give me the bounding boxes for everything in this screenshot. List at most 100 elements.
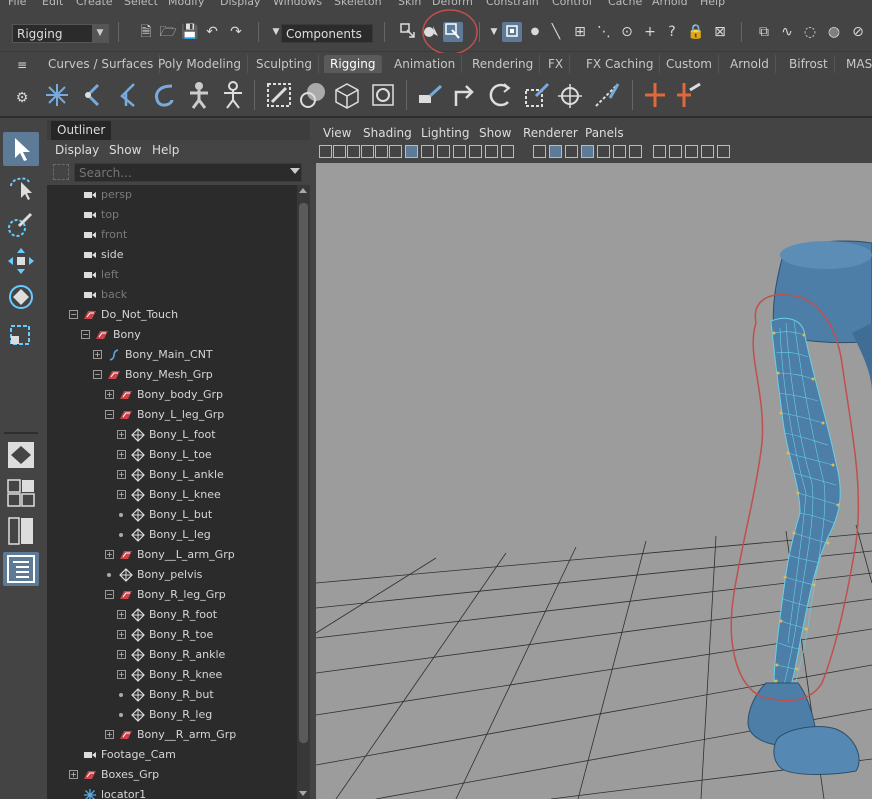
expand-icon[interactable]: + (117, 630, 126, 639)
snap-point-icon[interactable]: ◌ (800, 22, 820, 42)
outliner-item[interactable]: side (47, 245, 297, 265)
shelf-tab-rendering[interactable]: Rendering (466, 55, 541, 73)
viewport-menu-shading[interactable]: Shading (363, 126, 412, 140)
point-snap-icon[interactable]: ⊙ (617, 22, 637, 42)
expand-icon[interactable]: + (117, 430, 126, 439)
move-tool[interactable] (3, 244, 39, 278)
snap-view-icon[interactable]: ◍ (824, 22, 844, 42)
scale-constraint-icon[interactable] (522, 80, 552, 110)
select-camera-icon[interactable] (319, 145, 332, 158)
plus-icon[interactable]: + (640, 22, 660, 42)
expand-icon[interactable]: + (93, 350, 102, 359)
isolate-select-icon[interactable] (653, 145, 666, 158)
film-gate-icon[interactable] (421, 145, 434, 158)
shelf-tab-rigging[interactable]: Rigging (324, 55, 383, 73)
shelf-tab-arnold[interactable]: Arnold (724, 55, 776, 73)
outliner-item[interactable]: + Bony_R_ankle (47, 645, 297, 665)
viewport-menu-view[interactable]: View (323, 126, 351, 140)
outliner-item[interactable]: Bony_R_but (47, 685, 297, 705)
expand-icon[interactable]: + (69, 770, 78, 779)
outliner-item[interactable]: Footage_Cam (47, 745, 297, 765)
ik-handle-icon[interactable] (78, 80, 108, 110)
xray-icon[interactable] (669, 145, 682, 158)
shelf-tab-animation[interactable]: Animation (388, 55, 463, 73)
redo-icon[interactable]: ↷ (226, 22, 246, 42)
expand-icon[interactable]: + (105, 730, 114, 739)
outliner-scrollbar[interactable] (297, 185, 310, 799)
expand-icon[interactable]: + (117, 670, 126, 679)
viewport-menu-renderer[interactable]: Renderer (523, 126, 578, 140)
outliner-item[interactable]: − Bony (47, 325, 297, 345)
four-view-layout-icon[interactable] (3, 476, 39, 510)
point-constraint-icon[interactable] (450, 80, 480, 110)
image-plane-icon[interactable] (361, 145, 374, 158)
menu-edit[interactable]: Edit (42, 0, 63, 8)
viewport-menu-show[interactable]: Show (479, 126, 511, 140)
expand-icon[interactable]: + (105, 550, 114, 559)
collapse-icon[interactable]: − (69, 310, 78, 319)
2d-pan-zoom-icon[interactable] (375, 145, 388, 158)
outliner-item[interactable]: + Bony_L_toe (47, 445, 297, 465)
hud-icon[interactable] (717, 145, 730, 158)
menu-modify[interactable]: Modify (168, 0, 204, 8)
collapse-icon[interactable]: − (105, 590, 114, 599)
selection-mask-dropdown[interactable]: Components (281, 24, 373, 43)
menu-skin[interactable]: Skin (398, 0, 421, 8)
mirror-joint-icon[interactable] (674, 80, 704, 110)
menu-arnold[interactable]: Arnold (652, 0, 688, 8)
outliner-item[interactable]: + Bony_body_Grp (47, 385, 297, 405)
scale-tool[interactable] (3, 318, 39, 352)
camera-attributes-icon[interactable] (333, 145, 346, 158)
lock-icon[interactable]: 🔒 (686, 22, 706, 42)
outliner-item[interactable]: front (47, 225, 297, 245)
pole-vector-icon[interactable] (592, 80, 622, 110)
outliner-item[interactable]: persp (47, 185, 297, 205)
single-perspective-layout-icon[interactable] (3, 438, 39, 472)
shelf-menu-icon[interactable]: ≡ (12, 55, 32, 73)
skin-bind-icon[interactable] (148, 80, 178, 110)
viewport-menu-lighting[interactable]: Lighting (421, 126, 470, 140)
grease-pencil-icon[interactable] (389, 145, 402, 158)
outliner-item[interactable]: locator1 (47, 785, 297, 799)
ik-spline-icon[interactable] (112, 80, 142, 110)
outliner-item[interactable]: top (47, 205, 297, 225)
shelf-tab-bifrost[interactable]: Bifrost (783, 55, 835, 73)
outliner-item[interactable]: Bony_pelvis (47, 565, 297, 585)
menu-select[interactable]: Select (124, 0, 158, 8)
grid-icon[interactable] (405, 145, 418, 158)
scrollbar-thumb[interactable] (299, 203, 308, 743)
outliner-item[interactable]: left (47, 265, 297, 285)
outliner-item[interactable]: + Bony__L_arm_Grp (47, 545, 297, 565)
outliner-item[interactable]: + Boxes_Grp (47, 765, 297, 785)
line-mask-icon[interactable]: ╲ (546, 22, 566, 42)
shelf-tab-curves-surfaces[interactable]: Curves / Surfaces (42, 55, 161, 73)
shelf-tab-fx[interactable]: FX (542, 55, 571, 73)
vertex-mask-icon[interactable] (502, 22, 522, 42)
grid-snap-icon[interactable]: ⊞ (570, 22, 590, 42)
outliner-item[interactable]: back (47, 285, 297, 305)
xray-components-icon[interactable] (701, 145, 714, 158)
humanik-icon[interactable] (184, 80, 214, 110)
smooth-shade-icon[interactable] (549, 145, 562, 158)
paint-weights-icon[interactable] (264, 80, 294, 110)
xray-joints-icon[interactable] (685, 145, 698, 158)
outliner-item[interactable]: − Bony_L_leg_Grp (47, 405, 297, 425)
shelf-tab-custom[interactable]: Custom (660, 55, 719, 73)
menu-cache[interactable]: Cache (608, 0, 642, 8)
scroll-up-icon[interactable] (299, 188, 307, 193)
search-input[interactable] (74, 163, 302, 182)
outliner-item[interactable]: + Bony_R_toe (47, 625, 297, 645)
safe-title-icon[interactable] (501, 145, 514, 158)
shelf-tab-sculpting[interactable]: Sculpting (250, 55, 320, 73)
outliner-item[interactable]: + Bony__R_arm_Grp (47, 725, 297, 745)
shelf-tab-fx-caching[interactable]: FX Caching (580, 55, 661, 73)
scroll-down-icon[interactable] (299, 791, 307, 796)
curve-snap-icon[interactable]: ⋱ (594, 22, 614, 42)
safe-action-icon[interactable] (485, 145, 498, 158)
collapse-icon[interactable]: − (105, 410, 114, 419)
use-all-lights-icon[interactable] (597, 145, 610, 158)
viewport-menu-panels[interactable]: Panels (585, 126, 624, 140)
menu-deform[interactable]: Deform (432, 0, 473, 8)
expand-icon[interactable]: + (117, 470, 126, 479)
outliner-item[interactable]: + Bony_R_foot (47, 605, 297, 625)
